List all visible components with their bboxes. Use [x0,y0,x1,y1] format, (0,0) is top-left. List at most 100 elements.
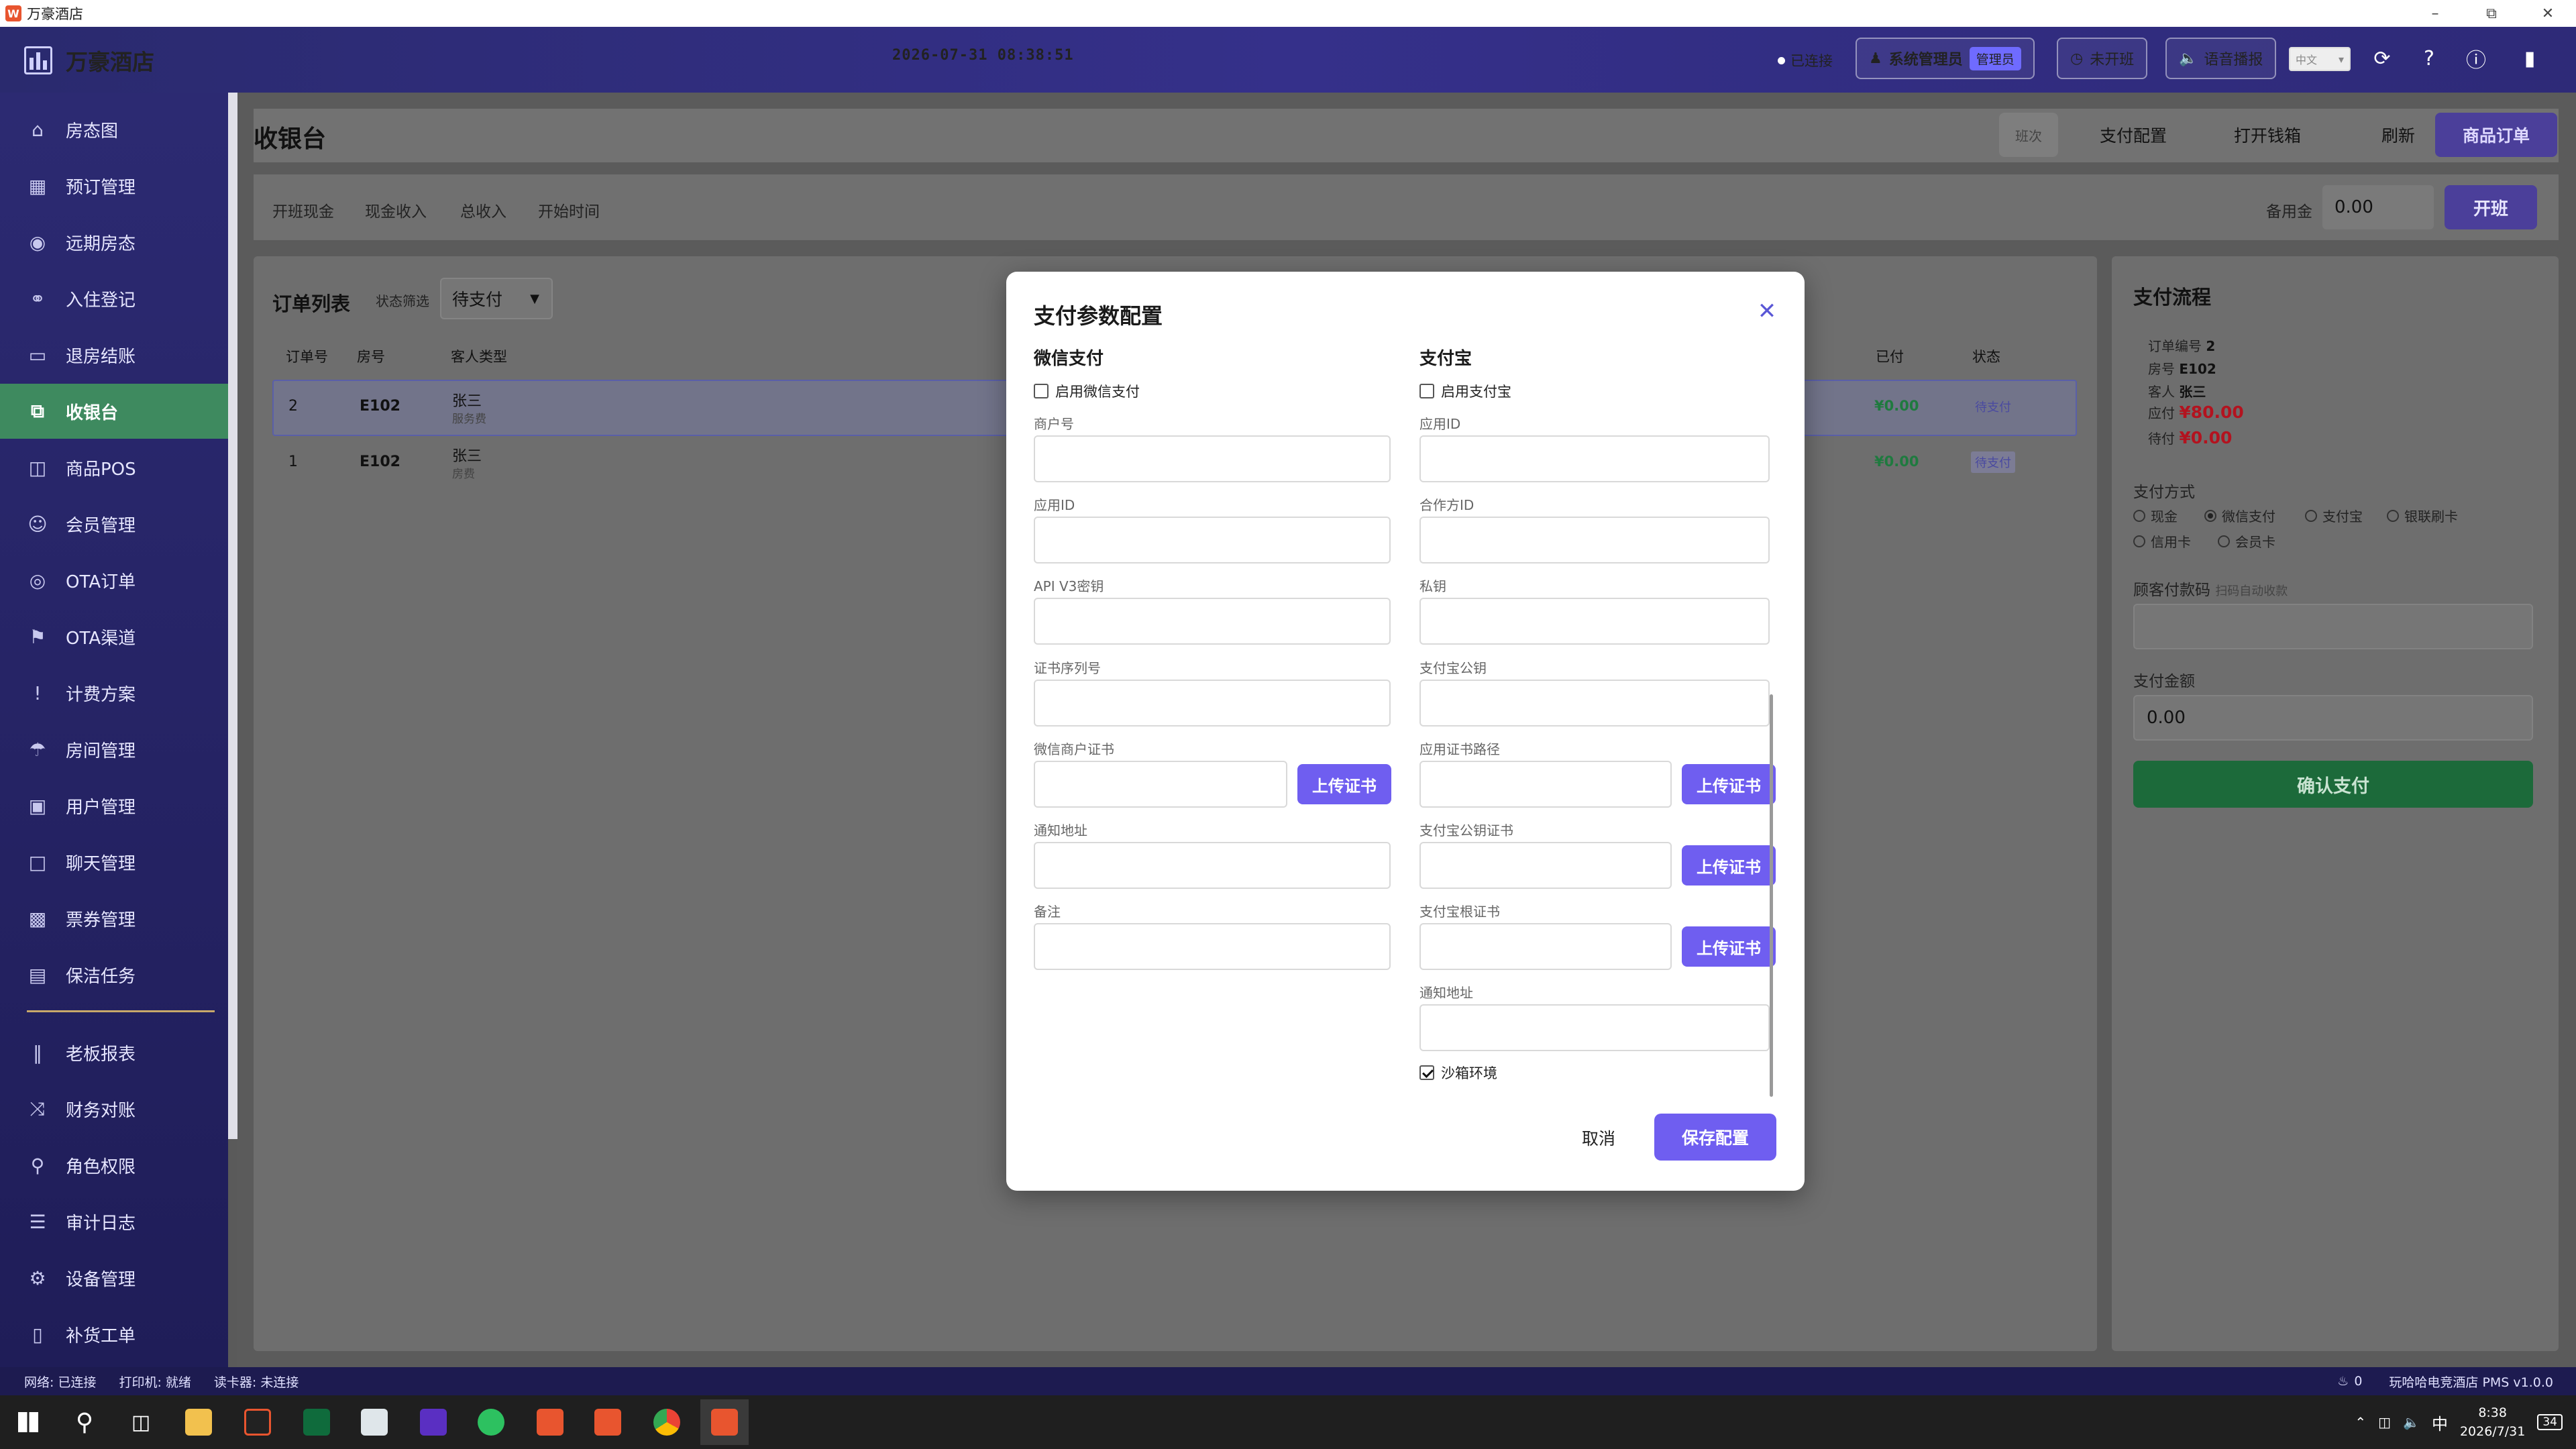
alipay-public-cert-input[interactable] [1419,842,1672,889]
alipay-root-cert-input[interactable] [1419,923,1672,970]
open-shift-button[interactable]: 开班 [2445,185,2537,229]
wechat-remark-input[interactable] [1034,923,1391,970]
petty-cash-input[interactable]: 0.00 [2322,185,2434,229]
chevron-up-icon[interactable]: ⌃ [2355,1414,2366,1430]
restore-icon[interactable]: ⧉ [2463,0,2520,27]
ime-indicator[interactable]: 中 [2432,1411,2448,1434]
help-icon[interactable]: ? [2412,42,2446,75]
tablet-icon[interactable]: ▮ [2513,42,2546,75]
wps-icon[interactable] [584,1399,632,1445]
search-icon[interactable]: ⚲ [60,1399,109,1445]
sidebar-item-audit-log[interactable]: ☰ 审计日志 [0,1194,228,1249]
sidebar-item-users[interactable]: ▣ 用户管理 [0,778,228,833]
refresh-button[interactable]: 刷新 [2361,113,2435,157]
alipay-notify-input[interactable] [1419,1004,1770,1051]
sidebar-item-restock[interactable]: ▯ 补货工单 [0,1307,228,1362]
sidebar-item-room-status[interactable]: ⌂ 房态图 [0,102,228,157]
sidebar-item-ota-orders[interactable]: ◎ OTA订单 [0,553,228,608]
save-config-button[interactable]: 保存配置 [1654,1114,1776,1161]
refresh-icon[interactable]: ⟳ [2365,42,2399,75]
sidebar-item-roles[interactable]: ⚲ 角色权限 [0,1138,228,1193]
close-window-icon[interactable]: ✕ [2520,0,2576,27]
wechat-merchant-input[interactable] [1034,435,1391,482]
alipay-partner-input[interactable] [1419,517,1770,564]
wechat-cert-input[interactable] [1034,761,1287,808]
task-view-icon[interactable]: ◫ [117,1399,165,1445]
goods-order-button[interactable]: 商品订单 [2435,113,2557,157]
method-alipay-radio[interactable]: 支付宝 [2305,506,2363,525]
wechat-upload-cert-button[interactable]: 上传证书 [1297,764,1391,804]
sidebar-item-members[interactable]: ☺ 会员管理 [0,496,228,551]
method-wechat-radio[interactable]: 微信支付 [2204,506,2275,525]
sidebar-item-cashier[interactable]: ⧉ 收银台 [0,384,228,439]
sidebar-item-pos[interactable]: ◫ 商品POS [0,440,228,495]
sidebar-scrollbar[interactable] [228,93,237,1139]
windows-start-icon[interactable] [4,1399,52,1445]
notification-center-icon[interactable]: 34 [2537,1414,2563,1430]
wps-icon[interactable] [526,1399,574,1445]
admin-user-button[interactable]: ♟ 系统管理员 管理员 [1856,38,2035,79]
sidebar-divider [27,1010,215,1012]
alipay-public-cert-upload-button[interactable]: 上传证书 [1682,845,1776,885]
shift-button[interactable]: 班次 [1999,113,2058,157]
ide-icon[interactable] [233,1399,282,1445]
sandbox-checkbox[interactable]: 沙箱环境 [1419,1063,1497,1083]
wechat-apikey-input[interactable] [1034,598,1391,645]
sidebar-item-chat[interactable]: □ 聊天管理 [0,835,228,890]
dialog-scrollbar[interactable] [1770,694,1773,1097]
sidebar-item-rooms[interactable]: ☂ 房间管理 [0,722,228,777]
wechat-icon[interactable] [467,1399,515,1445]
connection-status: 已连接 [1778,50,1833,70]
sidebar-item-reports[interactable]: ‖ 老板报表 [0,1025,228,1080]
voice-broadcast-button[interactable]: 🔈 语音播报 [2165,38,2277,79]
hotel-app-taskbar-icon[interactable] [700,1399,749,1445]
dotnet-icon[interactable] [409,1399,458,1445]
alipay-public-key-input[interactable] [1419,680,1770,727]
minimize-icon[interactable]: – [2407,0,2463,27]
close-icon[interactable]: ✕ [1754,298,1780,325]
sidebar-item-tickets[interactable]: ▩ 票券管理 [0,891,228,946]
alipay-root-cert-upload-button[interactable]: 上传证书 [1682,926,1776,967]
sidebar-item-reservations[interactable]: ▦ 预订管理 [0,158,228,213]
chrome-icon[interactable] [643,1399,691,1445]
alipay-appid-input[interactable] [1419,435,1770,482]
status-filter-select[interactable]: 待支付 ▼ [440,278,553,319]
enable-wechat-checkbox[interactable]: 启用微信支付 [1034,381,1140,401]
shift-status-button[interactable]: ◷ 未开班 [2057,38,2148,79]
volume-icon[interactable]: 🔈 [2403,1414,2420,1430]
cancel-button[interactable]: 取消 [1562,1116,1635,1159]
terminal-icon[interactable] [292,1399,341,1445]
sidebar-item-cleaning[interactable]: ▤ 保洁任务 [0,947,228,1002]
wechat-appid-input[interactable] [1034,517,1391,564]
sidebar-item-pricing[interactable]: ! 计费方案 [0,665,228,720]
notes-icon[interactable] [350,1399,398,1445]
sidebar-item-ota-channels[interactable]: ⚑ OTA渠道 [0,609,228,664]
bell-icon[interactable]: ♨ [2337,1374,2349,1389]
wechat-cert-serial-input[interactable] [1034,680,1391,727]
alipay-app-cert-input[interactable] [1419,761,1672,808]
network-icon[interactable]: ◫ [2378,1414,2391,1430]
sidebar-item-devices[interactable]: ⚙ 设备管理 [0,1250,228,1305]
sidebar-item-checkout[interactable]: ▭ 退房结账 [0,327,228,382]
window-titlebar: W 万豪酒店 – ⧉ ✕ [0,0,2576,27]
file-explorer-icon[interactable] [174,1399,223,1445]
alipay-private-key-input[interactable] [1419,598,1770,645]
confirm-payment-button[interactable]: 确认支付 [2133,761,2533,808]
language-select[interactable]: 中文 ▾ [2289,47,2351,71]
info-icon[interactable]: ⓘ [2459,42,2493,75]
open-drawer-button[interactable]: 打开钱箱 [2214,113,2321,157]
taskbar-clock[interactable]: 8:38 2026/7/31 [2460,1403,2525,1441]
sidebar-item-future-status[interactable]: ◉ 远期房态 [0,215,228,270]
method-member-radio[interactable]: 会员卡 [2218,531,2275,551]
method-unionpay-radio[interactable]: 银联刷卡 [2387,506,2458,525]
pay-code-input[interactable] [2133,604,2533,649]
wechat-notify-input[interactable] [1034,842,1391,889]
pay-amount-input[interactable]: 0.00 [2133,695,2533,741]
enable-alipay-checkbox[interactable]: 启用支付宝 [1419,381,1511,401]
method-cash-radio[interactable]: 现金 [2133,506,2178,525]
method-credit-radio[interactable]: 信用卡 [2133,531,2191,551]
sidebar-item-checkin[interactable]: ⚭ 入住登记 [0,271,228,326]
alipay-app-cert-upload-button[interactable]: 上传证书 [1682,764,1776,804]
pay-config-button[interactable]: 支付配置 [2080,113,2187,157]
sidebar-item-finance[interactable]: ⤨ 财务对账 [0,1081,228,1136]
